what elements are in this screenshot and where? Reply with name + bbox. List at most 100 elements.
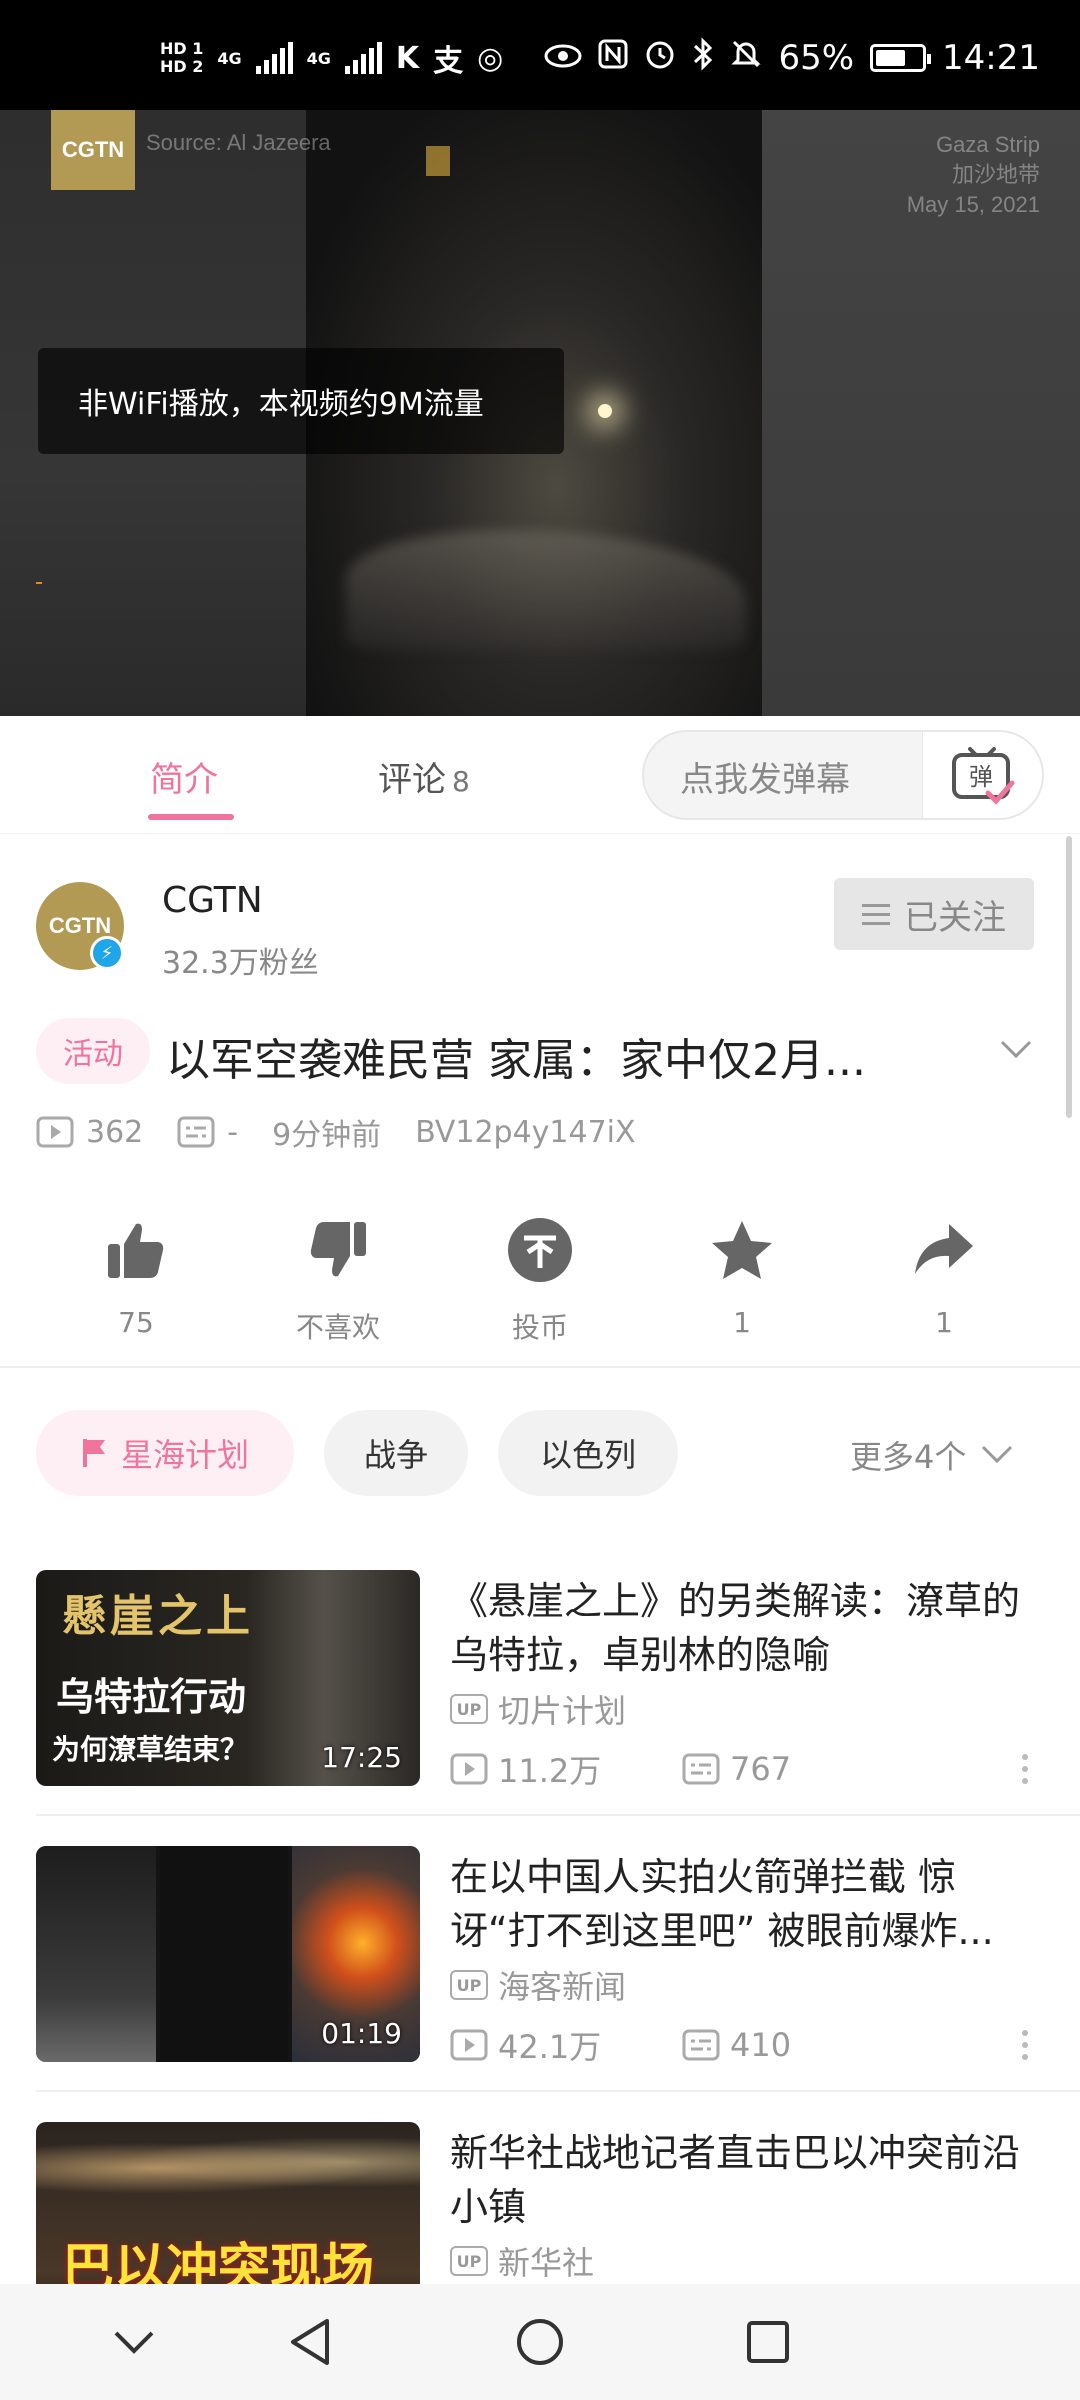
related-up-1[interactable]: UP 切片计划 bbox=[450, 1686, 626, 1732]
tab-comments[interactable]: 评论 8 bbox=[378, 752, 470, 801]
verified-badge-icon: ⚡ bbox=[90, 936, 124, 970]
hd2-label: HD 2 bbox=[160, 57, 204, 76]
related-up-3[interactable]: UP 新华社 bbox=[450, 2238, 594, 2284]
eye-comfort-icon bbox=[544, 38, 582, 78]
danmaku-icon: 弹 bbox=[951, 747, 1014, 805]
related-stats-2: 42.1万 410 bbox=[450, 2022, 1044, 2068]
tag-chip-3[interactable]: 以色列 bbox=[498, 1410, 678, 1496]
scrollbar[interactable] bbox=[1066, 836, 1072, 1118]
home-circle-icon bbox=[517, 2319, 563, 2365]
play-count-icon bbox=[450, 2029, 488, 2061]
tag-chip-2[interactable]: 战争 bbox=[324, 1410, 468, 1496]
tab-comments-label: 评论 bbox=[378, 760, 446, 800]
hd-indicator: HD 1 HD 2 bbox=[160, 40, 203, 76]
coin-label: 投币 bbox=[511, 1311, 568, 1344]
dislike-button[interactable]: 不喜欢 bbox=[278, 1212, 398, 1346]
publish-time: 9分钟前 bbox=[272, 1118, 382, 1153]
thumb1-line3: 为何潦草结束？ bbox=[52, 1733, 249, 1766]
location-zh: 加沙地带 bbox=[951, 162, 1040, 187]
view-count: 362 bbox=[86, 1114, 144, 1150]
duration-2: 01:19 bbox=[321, 2017, 402, 2050]
video-title: 以军空袭难民营 家属：家中仅2月... bbox=[166, 1035, 866, 1086]
more-tags-label: 更多4个 bbox=[850, 1438, 967, 1476]
share-icon bbox=[915, 1224, 973, 1274]
hd1-label: HD 1 bbox=[160, 39, 204, 58]
network-type-1: 4G bbox=[217, 48, 242, 68]
follow-label: 已关注 bbox=[904, 897, 1006, 938]
related-video-2[interactable]: 01:19 在以中国人实拍火箭弹拦截 惊讶“打不到这里吧” 被眼前爆炸... U… bbox=[0, 1846, 1080, 2122]
danmaku-input[interactable]: 点我发弹幕 bbox=[680, 752, 850, 801]
divider bbox=[36, 2090, 1080, 2092]
favorite-button[interactable]: 1 bbox=[682, 1212, 802, 1339]
notification-icon: ◎ bbox=[477, 40, 504, 76]
related-stats-1: 11.2万 767 bbox=[450, 1746, 1044, 1792]
nfc-icon bbox=[598, 38, 628, 78]
battery-percent: 65% bbox=[778, 38, 855, 78]
play-count-icon bbox=[36, 1116, 74, 1148]
nav-home-button[interactable] bbox=[504, 2306, 576, 2378]
battery-icon bbox=[870, 44, 932, 72]
related-video-3[interactable]: 巴以冲突现场 新华社战地记者直击巴以冲突前沿小镇 UP 新华社 bbox=[0, 2122, 1080, 2284]
coin-button[interactable]: 投币 bbox=[480, 1212, 600, 1346]
share-count: 1 bbox=[935, 1306, 953, 1339]
network-type-2: 4G bbox=[306, 48, 331, 68]
video-source-text: Source: Al Jazeera bbox=[146, 130, 331, 155]
back-triangle-icon bbox=[291, 2319, 329, 2365]
status-right: 65% 14:21 bbox=[544, 36, 1040, 80]
signal-2-icon bbox=[344, 42, 382, 74]
dislike-label: 不喜欢 bbox=[295, 1311, 380, 1344]
related-danmaku-2: 410 bbox=[730, 2026, 792, 2064]
location-en: Gaza Strip bbox=[936, 132, 1040, 157]
tab-intro[interactable]: 简介 bbox=[148, 752, 234, 820]
comments-count: 8 bbox=[452, 765, 470, 798]
thumbnail-2[interactable]: 01:19 bbox=[36, 1846, 420, 2062]
recents-square-icon bbox=[747, 2321, 789, 2363]
follow-button[interactable]: 已关注 bbox=[834, 878, 1034, 950]
related-title-2[interactable]: 在以中国人实拍火箭弹拦截 惊讶“打不到这里吧” 被眼前爆炸... bbox=[450, 1850, 1044, 1958]
tag-label-1: 星海计划 bbox=[120, 1436, 249, 1474]
play-count-icon bbox=[450, 1753, 488, 1785]
video-player[interactable]: CGTN Source: Al Jazeera Gaza Strip 加沙地带 … bbox=[0, 110, 1080, 716]
danmaku-toggle-button[interactable]: 弹 bbox=[922, 732, 1042, 818]
video-window-light bbox=[426, 146, 450, 176]
video-street-light bbox=[598, 404, 612, 418]
divider bbox=[36, 1814, 1080, 1816]
location-date: May 15, 2021 bbox=[906, 192, 1040, 217]
nav-back-button[interactable] bbox=[274, 2306, 346, 2378]
related-up-2[interactable]: UP 海客新闻 bbox=[450, 1962, 626, 2008]
chevron-down-icon[interactable] bbox=[996, 1030, 1036, 1070]
thumbs-up-icon bbox=[108, 1223, 164, 1278]
related-title-3[interactable]: 新华社战地记者直击巴以冲突前沿小镇 bbox=[450, 2126, 1044, 2234]
up-badge-icon: UP bbox=[450, 2246, 488, 2276]
danmaku-box[interactable]: 点我发弹幕 弹 bbox=[642, 730, 1044, 820]
thumbnail-3[interactable]: 巴以冲突现场 bbox=[36, 2122, 420, 2284]
status-bar: HD 1 HD 2 4G 4G K 支 ◎ 65% 14:21 bbox=[0, 0, 1080, 110]
system-nav-bar bbox=[0, 2284, 1080, 2400]
alipay-icon: 支 bbox=[433, 44, 464, 79]
signal-1-icon bbox=[255, 42, 293, 74]
tag-chip-1[interactable]: 星海计划 bbox=[36, 1410, 294, 1496]
nav-recents-button[interactable] bbox=[732, 2306, 804, 2378]
more-options-icon[interactable] bbox=[1022, 2030, 1028, 2060]
divider bbox=[0, 1366, 1080, 1368]
activity-tag[interactable]: 活动 bbox=[36, 1018, 150, 1084]
chevron-down-icon bbox=[114, 2331, 154, 2354]
status-left: HD 1 HD 2 4G 4G K 支 ◎ bbox=[160, 36, 503, 80]
more-tags-button[interactable]: 更多4个 bbox=[850, 1432, 1014, 1478]
bvid: BV12p4y147iX bbox=[415, 1114, 636, 1150]
related-up-name-2: 海客新闻 bbox=[498, 1968, 627, 2006]
nav-hide-keyboard-button[interactable] bbox=[98, 2306, 170, 2378]
related-danmaku-1: 767 bbox=[730, 1750, 792, 1788]
more-options-icon[interactable] bbox=[1022, 1754, 1028, 1784]
danmaku-count-icon bbox=[682, 1753, 720, 1785]
share-button[interactable]: 1 bbox=[884, 1212, 1004, 1339]
svg-text:弹: 弹 bbox=[969, 763, 993, 791]
related-video-1[interactable]: 懸崖之上 乌特拉行动 为何潦草结束？ 17:25 《悬崖之上》的另类解读：潦草的… bbox=[0, 1570, 1080, 1846]
related-title-1[interactable]: 《悬崖之上》的另类解读：潦草的乌特拉，卓别林的隐喻 bbox=[450, 1574, 1044, 1682]
thumbnail-1[interactable]: 懸崖之上 乌特拉行动 为何潦草结束？ 17:25 bbox=[36, 1570, 420, 1786]
like-button[interactable]: 75 bbox=[76, 1212, 196, 1339]
flag-icon bbox=[82, 1439, 105, 1467]
video-location: Gaza Strip 加沙地带 May 15, 2021 bbox=[907, 130, 1040, 220]
related-up-name-3: 新华社 bbox=[498, 2244, 595, 2282]
uploader-name[interactable]: CGTN bbox=[162, 880, 263, 921]
